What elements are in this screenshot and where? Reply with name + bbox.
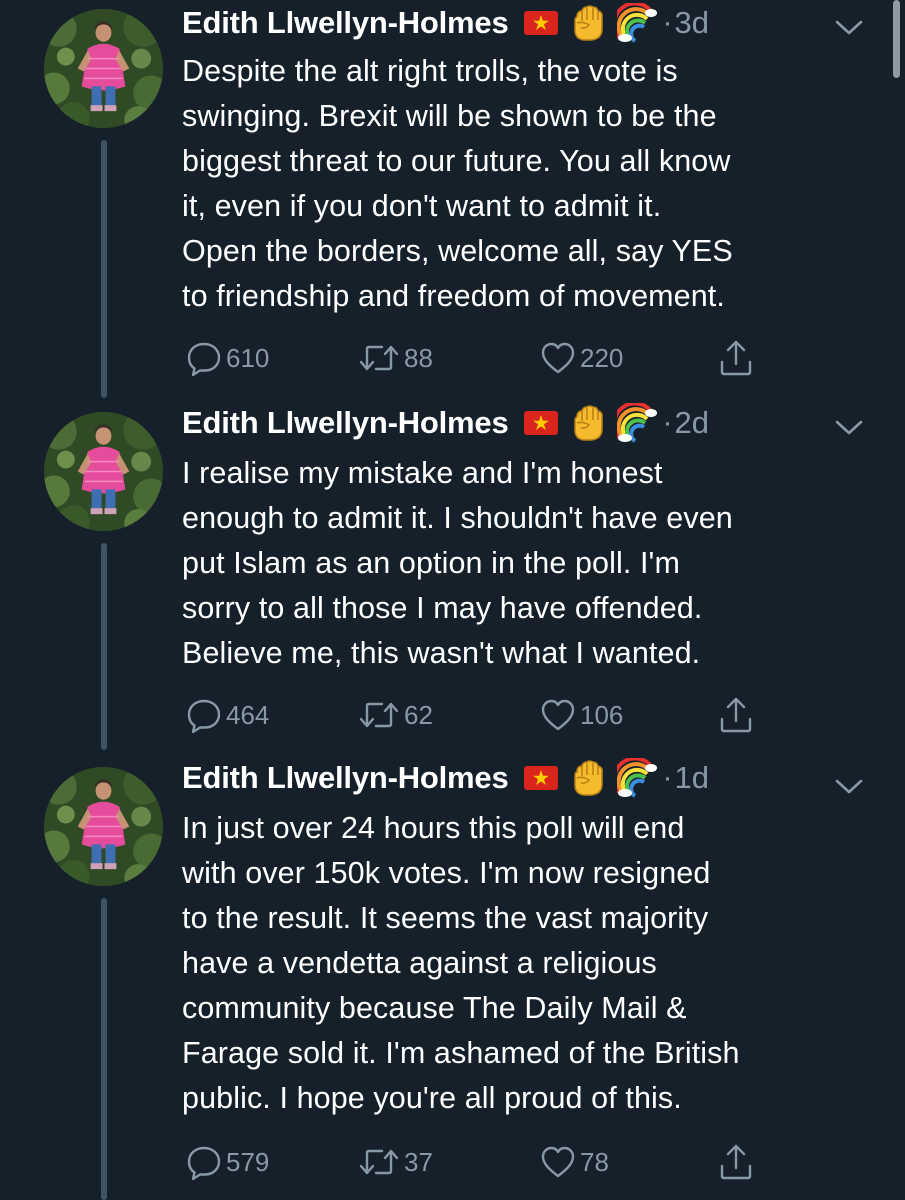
share-icon: [718, 338, 754, 378]
chevron-down-icon[interactable]: [833, 416, 865, 438]
tweet[interactable]: Edith Llwellyn-Holmes · 3d Despite the a…: [0, 0, 905, 400]
like-button[interactable]: 220: [540, 338, 623, 378]
timestamp[interactable]: 3d: [675, 5, 709, 41]
avatar[interactable]: [44, 9, 163, 128]
vietnam-flag-icon: [523, 765, 559, 791]
timestamp[interactable]: 2d: [675, 405, 709, 441]
raised-fist-icon: [569, 403, 607, 443]
reply-icon: [186, 340, 222, 376]
scrollbar[interactable]: [893, 0, 900, 78]
heart-icon: [540, 1144, 576, 1180]
chevron-down-icon[interactable]: [833, 775, 865, 797]
tweet-actions: 464 62 106: [182, 695, 782, 735]
tweet-header: Edith Llwellyn-Holmes · 2d: [182, 400, 709, 446]
reply-button[interactable]: 464: [186, 695, 269, 735]
share-button[interactable]: [718, 338, 754, 378]
reply-count: 464: [226, 699, 270, 730]
thread-connector-line: [101, 543, 107, 750]
author-name[interactable]: Edith Llwellyn-Holmes: [182, 405, 509, 441]
like-count: 106: [580, 699, 624, 730]
tweet-text: In just over 24 hours this poll will end…: [182, 806, 882, 1121]
author-name[interactable]: Edith Llwellyn-Holmes: [182, 5, 509, 41]
tweet-text-line: In just over 24 hours this poll will end: [182, 811, 685, 845]
reply-icon: [186, 1144, 222, 1180]
reply-count: 579: [226, 1146, 270, 1177]
reply-button[interactable]: 610: [186, 338, 269, 378]
tweet-text-line: have a vendetta against a religious: [182, 946, 657, 980]
retweet-button[interactable]: 37: [358, 1142, 433, 1182]
tweet-text-line: it, even if you don't want to admit it.: [182, 189, 662, 223]
tweet-text-line: to the result. It seems the vast majorit…: [182, 901, 709, 935]
tweet-text-line: swinging. Brexit will be shown to be the: [182, 99, 717, 133]
tweet-text-line: to friendship and freedom of movement.: [182, 279, 725, 313]
reply-count: 610: [226, 342, 270, 373]
heart-icon: [540, 340, 576, 376]
reply-icon: [186, 697, 222, 733]
like-button[interactable]: 78: [540, 1142, 609, 1182]
thread-connector-line: [101, 898, 107, 1200]
tweet[interactable]: Edith Llwellyn-Holmes · 1d In just over …: [0, 755, 905, 1200]
tweet-text-line: Open the borders, welcome all, say YES: [182, 234, 733, 268]
tweet-header: Edith Llwellyn-Holmes · 3d: [182, 0, 709, 46]
raised-fist-icon: [569, 758, 607, 798]
rainbow-icon: [617, 3, 657, 43]
raised-fist-icon: [569, 3, 607, 43]
separator-dot: ·: [662, 761, 673, 794]
reply-button[interactable]: 579: [186, 1142, 269, 1182]
share-icon: [718, 1142, 754, 1182]
tweet-text-line: enough to admit it. I shouldn't have eve…: [182, 501, 733, 535]
timestamp[interactable]: 1d: [675, 760, 709, 796]
retweet-button[interactable]: 62: [358, 695, 433, 735]
tweet-text-line: public. I hope you're all proud of this.: [182, 1081, 682, 1115]
author-name[interactable]: Edith Llwellyn-Holmes: [182, 760, 509, 796]
retweet-icon: [358, 697, 400, 733]
tweet-thread: Edith Llwellyn-Holmes · 3d Despite the a…: [0, 0, 905, 1200]
avatar[interactable]: [44, 412, 163, 531]
like-count: 220: [580, 342, 624, 373]
like-button[interactable]: 106: [540, 695, 623, 735]
separator-dot: ·: [662, 6, 673, 39]
separator-dot: ·: [662, 406, 673, 439]
tweet-text-line: Despite the alt right trolls, the vote i…: [182, 54, 678, 88]
share-button[interactable]: [718, 1142, 754, 1182]
retweet-count: 37: [404, 1146, 433, 1177]
tweet-actions: 610 88 220: [182, 338, 782, 378]
tweet[interactable]: Edith Llwellyn-Holmes · 2d I realise my …: [0, 400, 905, 755]
heart-icon: [540, 697, 576, 733]
share-button[interactable]: [718, 695, 754, 735]
like-count: 78: [580, 1146, 609, 1177]
thread-connector-line: [101, 140, 107, 398]
retweet-count: 88: [404, 342, 433, 373]
tweet-text-line: community because The Daily Mail &: [182, 991, 687, 1025]
retweet-icon: [358, 340, 400, 376]
retweet-button[interactable]: 88: [358, 338, 433, 378]
vietnam-flag-icon: [523, 410, 559, 436]
tweet-text-line: Farage sold it. I'm ashamed of the Briti…: [182, 1036, 740, 1070]
vietnam-flag-icon: [523, 10, 559, 36]
tweet-text: I realise my mistake and I'm honest enou…: [182, 451, 882, 676]
tweet-text-line: sorry to all those I may have offended.: [182, 591, 703, 625]
tweet-text: Despite the alt right trolls, the vote i…: [182, 49, 882, 319]
rainbow-icon: [617, 758, 657, 798]
tweet-text-line: I realise my mistake and I'm honest: [182, 456, 663, 490]
share-icon: [718, 695, 754, 735]
chevron-down-icon[interactable]: [833, 16, 865, 38]
tweet-text-line: with over 150k votes. I'm now resigned: [182, 856, 711, 890]
rainbow-icon: [617, 403, 657, 443]
retweet-count: 62: [404, 699, 433, 730]
retweet-icon: [358, 1144, 400, 1180]
tweet-text-line: put Islam as an option in the poll. I'm: [182, 546, 680, 580]
tweet-actions: 579 37 78: [182, 1142, 782, 1182]
tweet-header: Edith Llwellyn-Holmes · 1d: [182, 755, 709, 801]
tweet-text-line: biggest threat to our future. You all kn…: [182, 144, 731, 178]
avatar[interactable]: [44, 767, 163, 886]
tweet-text-line: Believe me, this wasn't what I wanted.: [182, 636, 701, 670]
